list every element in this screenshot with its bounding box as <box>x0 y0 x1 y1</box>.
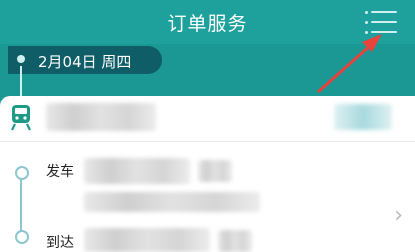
card-divider <box>0 141 415 142</box>
page-title: 订单服务 <box>167 13 248 35</box>
arrive-time-redacted <box>218 230 252 252</box>
timeline-line <box>20 66 22 96</box>
arrive-node <box>15 230 29 244</box>
trip-date: 2月04日 周四 <box>38 53 132 71</box>
train-icon <box>11 105 31 131</box>
timeline-dot <box>17 55 25 63</box>
chevron-right-icon[interactable]: › <box>394 203 403 228</box>
depart-node <box>15 166 29 180</box>
arrive-info-redacted <box>84 228 210 252</box>
depart-label: 发车 <box>46 164 74 180</box>
depart-time-redacted <box>198 160 232 182</box>
arrive-label: 到达 <box>46 235 74 251</box>
status-redacted <box>334 104 392 130</box>
route-track <box>20 176 22 232</box>
depart-detail-redacted <box>84 192 260 212</box>
train-number-redacted <box>46 103 156 131</box>
depart-info-redacted <box>84 158 190 184</box>
list-menu-icon[interactable] <box>365 11 397 35</box>
